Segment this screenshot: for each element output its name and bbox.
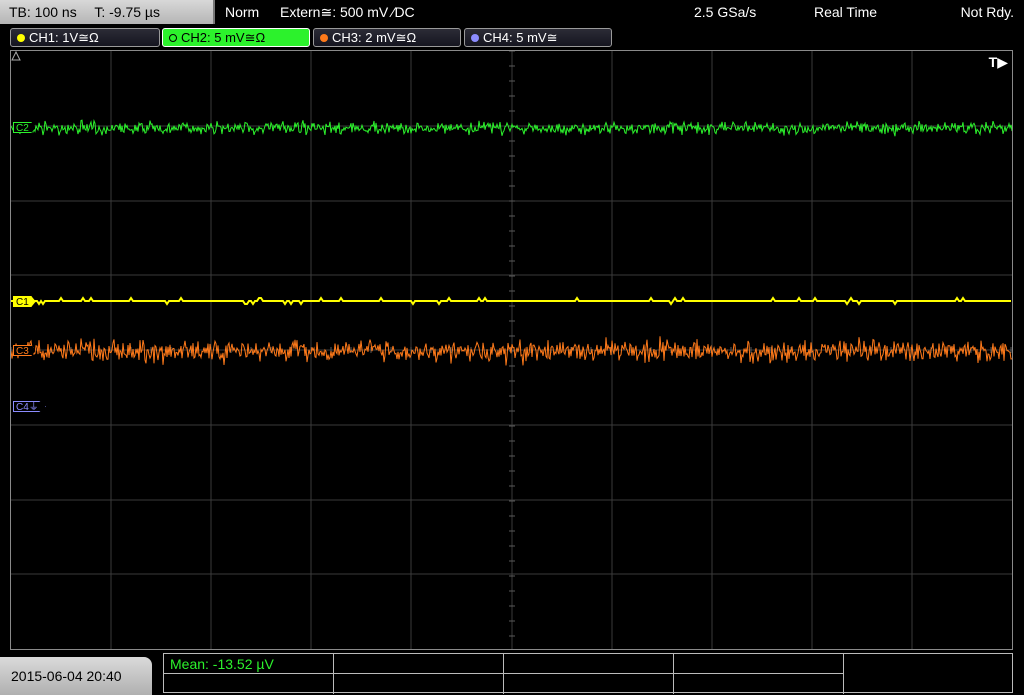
trigger-time-value: T: -9.75 µs xyxy=(94,4,160,20)
trigger-source[interactable]: Extern≅: 500 mV ∕DC xyxy=(280,0,415,24)
waveform-display[interactable]: C2 C1 C3 C4⏚ T▶ xyxy=(10,50,1013,650)
timebase-panel[interactable]: TB: 100 ns T: -9.75 µs xyxy=(0,0,215,24)
timebase-value: TB: 100 ns xyxy=(9,4,77,20)
channel-1-trace xyxy=(11,296,1011,306)
trigger-mode[interactable]: Norm xyxy=(225,0,259,24)
measurement-cell xyxy=(164,674,334,694)
measurement-cell xyxy=(334,654,504,674)
channel-3-offset-marker[interactable]: C3 xyxy=(13,345,36,356)
channel-1-dot-icon xyxy=(17,34,25,42)
channel-tab-bar: CH1: 1V≅Ω CH2: 5 mV≅Ω CH3: 2 mV≅Ω CH4: 5… xyxy=(0,26,1024,47)
mean-measurement: Mean: -13.52 µV xyxy=(170,656,274,672)
waveform-grid xyxy=(11,51,1012,649)
channel-1-offset-marker[interactable]: C1 xyxy=(13,296,36,307)
measurement-cell xyxy=(674,674,844,694)
channel-3-label: CH3: 2 mV≅Ω xyxy=(332,30,417,45)
channel-2-label: CH2: 5 mV≅Ω xyxy=(181,30,266,45)
date-time-display: 2015-06-04 20:40 xyxy=(0,657,152,695)
channel-2-offset-marker[interactable]: C2 xyxy=(13,122,36,133)
channel-4-offset-marker[interactable]: C4⏚ xyxy=(13,401,46,412)
channel-2-dot-icon xyxy=(169,34,177,42)
tab-channel-4[interactable]: CH4: 5 mV≅ xyxy=(464,28,612,47)
channel-4-label: CH4: 5 mV≅ xyxy=(483,30,558,45)
status-bar: TB: 100 ns T: -9.75 µs Norm Extern≅: 500… xyxy=(0,0,1024,24)
measurement-cell xyxy=(674,654,844,674)
channel-4-dot-icon xyxy=(471,34,479,42)
acquisition-mode[interactable]: Real Time xyxy=(814,0,877,24)
trigger-point-icon xyxy=(11,51,21,61)
channel-3-dot-icon xyxy=(320,34,328,42)
measurement-cell xyxy=(504,654,674,674)
measurement-cell xyxy=(504,674,674,694)
acquisition-status: Not Rdy. xyxy=(960,4,1014,20)
trigger-position-indicator: T▶ xyxy=(988,54,1008,70)
tab-channel-1[interactable]: CH1: 1V≅Ω xyxy=(10,28,160,47)
tab-channel-3[interactable]: CH3: 2 mV≅Ω xyxy=(313,28,461,47)
measurement-table[interactable]: Mean: -13.52 µV xyxy=(163,653,1013,694)
channel-1-label: CH1: 1V≅Ω xyxy=(29,30,99,45)
sample-rate[interactable]: 2.5 GSa/s xyxy=(694,0,756,24)
measurement-cell xyxy=(334,674,504,694)
tab-channel-2[interactable]: CH2: 5 mV≅Ω xyxy=(162,28,310,47)
